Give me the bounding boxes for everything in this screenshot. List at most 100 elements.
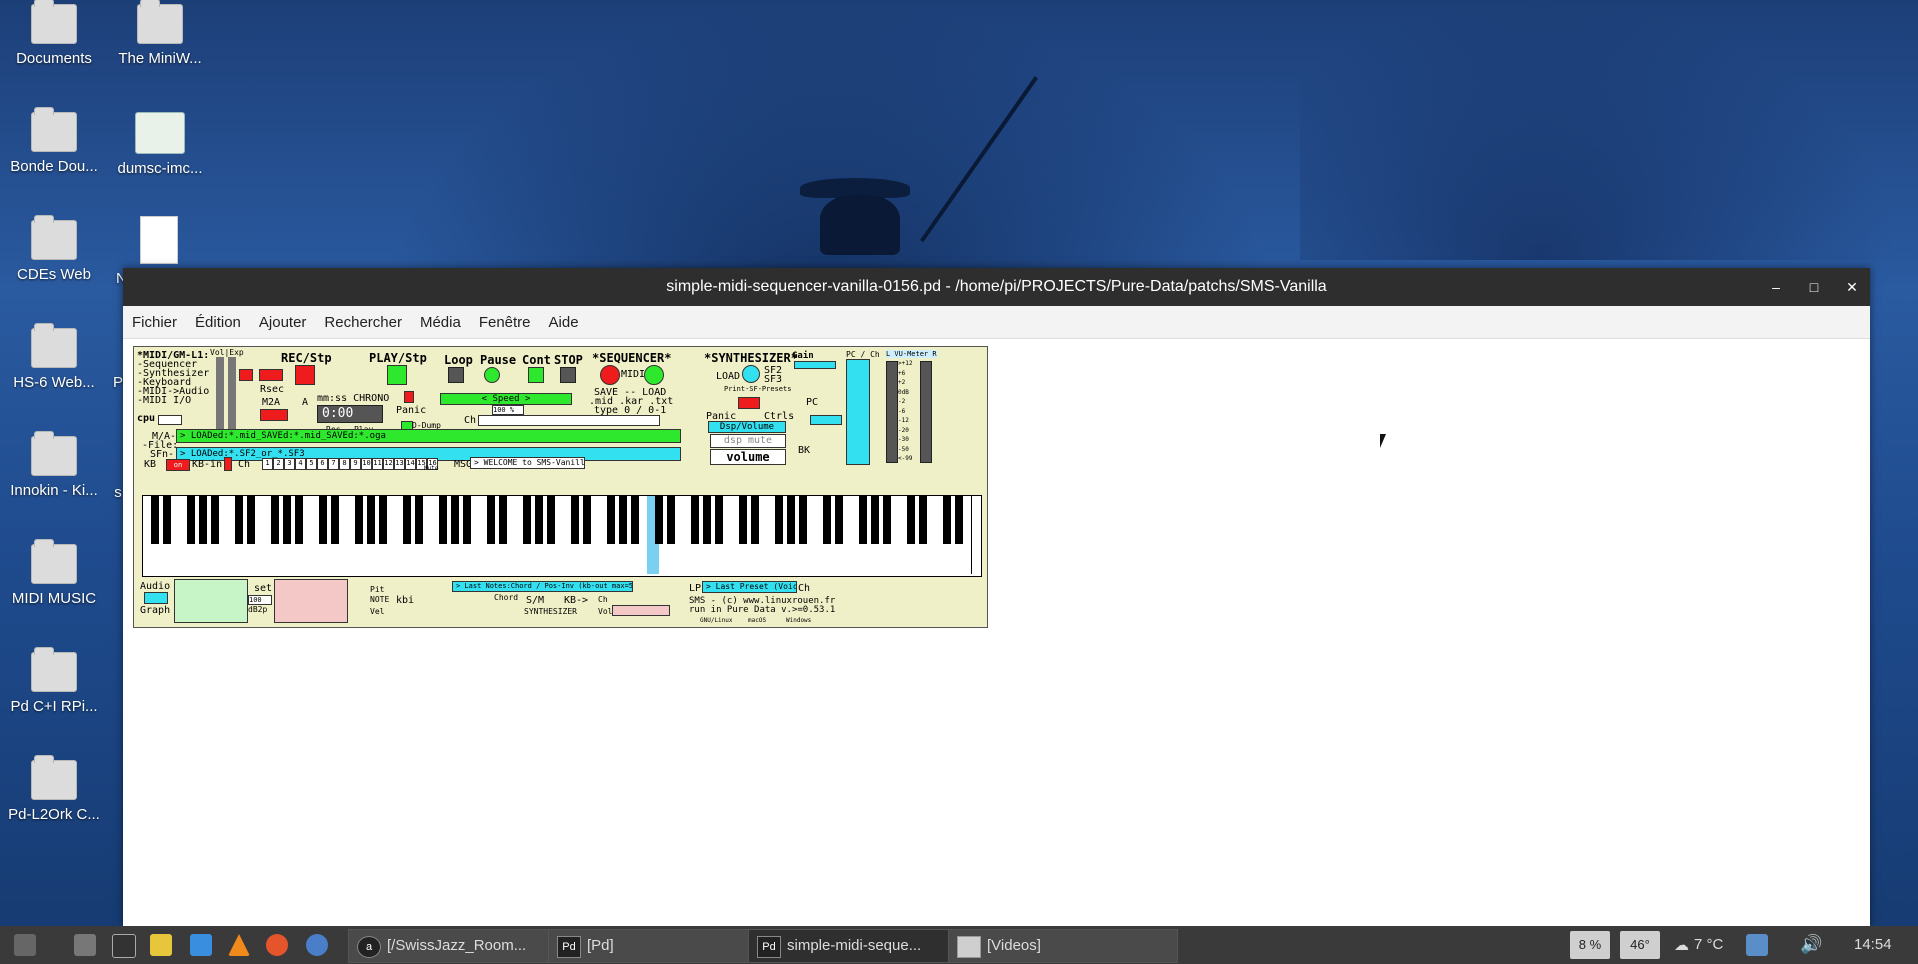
window-titlebar[interactable]: simple-midi-sequencer-vanilla-0156.pd - …	[123, 268, 1870, 306]
rec-toggle[interactable]	[239, 369, 253, 381]
piano-keyboard[interactable]	[142, 495, 982, 577]
os-windows[interactable]: Windows	[786, 617, 811, 624]
clock[interactable]: 14:54	[1854, 936, 1892, 953]
piano-black-key[interactable]	[799, 496, 807, 544]
kb-on-toggle[interactable]: on	[166, 459, 190, 471]
kb-ch-3[interactable]: 3	[284, 458, 295, 470]
kb-ch-13[interactable]: 13	[394, 458, 405, 470]
piano-black-key[interactable]	[379, 496, 387, 544]
piano-black-key[interactable]	[691, 496, 699, 544]
piano-black-key[interactable]	[715, 496, 723, 544]
os-macos[interactable]: macOS	[748, 617, 766, 624]
cpu-monitor[interactable]: 8 %	[1570, 931, 1610, 959]
piano-black-key[interactable]	[571, 496, 579, 544]
pc-ch-list[interactable]	[846, 359, 870, 465]
piano-black-key[interactable]	[667, 496, 675, 544]
desktop-icon-documents[interactable]: Documents	[4, 0, 104, 67]
kb-ch-4[interactable]: 4	[295, 458, 306, 470]
gain-slider[interactable]	[794, 361, 836, 369]
piano-black-key[interactable]	[295, 496, 303, 544]
network-icon[interactable]	[1746, 934, 1768, 956]
menu-media[interactable]: Média	[420, 314, 461, 331]
close-button[interactable]: ✕	[1844, 268, 1860, 306]
piano-black-key[interactable]	[367, 496, 375, 544]
piano-black-key[interactable]	[871, 496, 879, 544]
menu-rechercher[interactable]: Rechercher	[324, 314, 402, 331]
kb-ch-9[interactable]: 9	[350, 458, 361, 470]
mail-icon[interactable]	[306, 934, 328, 956]
piano-black-key[interactable]	[355, 496, 363, 544]
kb-ch-11[interactable]: 11	[372, 458, 383, 470]
kb-ch-10[interactable]: 10	[361, 458, 372, 470]
piano-black-key[interactable]	[439, 496, 447, 544]
desktop-icon-pd-ci[interactable]: Pd C+I RPi...	[4, 647, 104, 715]
menu-fichier[interactable]: Fichier	[132, 314, 177, 331]
piano-black-key[interactable]	[631, 496, 639, 544]
piano-black-key[interactable]	[535, 496, 543, 544]
piano-black-key[interactable]	[235, 496, 243, 544]
task-swissjazz[interactable]: a [/SwissJazz_Room...	[348, 929, 578, 963]
piano-black-key[interactable]	[331, 496, 339, 544]
desktop-icon-hs6[interactable]: HS-6 Web...	[4, 323, 104, 391]
synth-load-bang[interactable]	[742, 365, 760, 383]
rec-on-toggle[interactable]	[259, 369, 283, 381]
piano-black-key[interactable]	[319, 496, 327, 544]
text-editor-icon[interactable]	[150, 934, 172, 956]
piano-black-key[interactable]	[583, 496, 591, 544]
os-gnu-linux[interactable]: GNU/Linux	[700, 617, 733, 624]
speed-slider[interactable]: < Speed >	[440, 393, 572, 405]
stop-button[interactable]	[560, 367, 576, 383]
piano-black-key[interactable]	[187, 496, 195, 544]
desktop-icon-midi-music[interactable]: MIDI MUSIC	[4, 539, 104, 607]
sequencer-play-bang[interactable]	[644, 365, 664, 385]
channel-selector[interactable]	[478, 415, 660, 426]
piano-black-key[interactable]	[907, 496, 915, 544]
kb-ch-14[interactable]: 14	[405, 458, 416, 470]
piano-black-key[interactable]	[151, 496, 159, 544]
pc-channel-field[interactable]	[810, 415, 842, 425]
maximize-button[interactable]: □	[1806, 268, 1822, 306]
kb-ch-1[interactable]: 1	[262, 458, 273, 470]
menu-aide[interactable]: Aide	[549, 314, 579, 331]
piano-black-key[interactable]	[547, 496, 555, 544]
minimize-button[interactable]: –	[1768, 268, 1784, 306]
desktop-icon-innokin[interactable]: Innokin - Ki...	[4, 431, 104, 499]
task-videos[interactable]: [Videos]	[948, 929, 1178, 963]
weather-icon[interactable]: ☁	[1674, 936, 1689, 954]
rec-button[interactable]	[295, 365, 315, 385]
msg-field[interactable]: > WELCOME to SMS-Vanilla	[470, 457, 585, 469]
piano-black-key[interactable]	[919, 496, 927, 544]
sequencer-rec-bang[interactable]	[600, 365, 620, 385]
start-menu-icon[interactable]	[14, 934, 36, 956]
piano-black-key[interactable]	[943, 496, 951, 544]
piano-black-key[interactable]	[607, 496, 615, 544]
dsp-label[interactable]: dsp	[724, 435, 742, 446]
piano-black-key[interactable]	[199, 496, 207, 544]
piano-black-key[interactable]	[703, 496, 711, 544]
piano-black-key[interactable]	[787, 496, 795, 544]
piano-black-key[interactable]	[619, 496, 627, 544]
desktop-icon-dumsc[interactable]: dumsc-imc...	[110, 112, 210, 177]
mute-label[interactable]: mute	[748, 435, 772, 446]
firefox-icon[interactable]	[266, 934, 288, 956]
files-icon[interactable]	[74, 934, 96, 956]
dsp-mute-box[interactable]: dsp mute	[710, 434, 786, 448]
bottom-vol-slider[interactable]	[612, 605, 670, 616]
kb-ch-7[interactable]: 7	[328, 458, 339, 470]
vlc-icon[interactable]	[228, 934, 250, 956]
kb-ch-5[interactable]: 5	[306, 458, 317, 470]
piano-black-key[interactable]	[523, 496, 531, 544]
piano-black-key[interactable]	[403, 496, 411, 544]
menu-fenetre[interactable]: Fenêtre	[479, 314, 531, 331]
volume-icon[interactable]: 🔊	[1800, 934, 1822, 955]
kb-in-toggle[interactable]	[224, 457, 232, 471]
play-button[interactable]	[387, 365, 407, 385]
m2a-on-toggle[interactable]	[260, 409, 288, 421]
piano-black-key[interactable]	[415, 496, 423, 544]
task-pd[interactable]: Pd [Pd]	[548, 929, 778, 963]
piano-black-key[interactable]	[283, 496, 291, 544]
audio-graph-toggle[interactable]	[144, 592, 168, 604]
pause-button[interactable]	[484, 367, 500, 383]
piano-black-key[interactable]	[247, 496, 255, 544]
synth-on-toggle[interactable]	[738, 397, 760, 409]
